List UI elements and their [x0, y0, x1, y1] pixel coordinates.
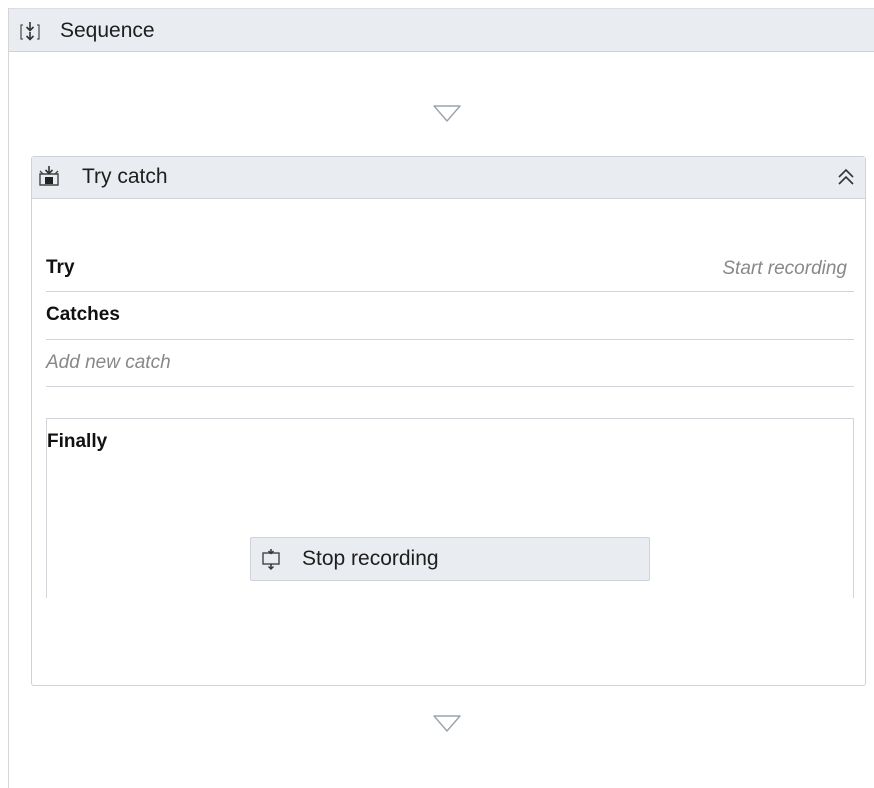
- add-new-catch-link[interactable]: Add new catch: [46, 352, 171, 374]
- catches-label: Catches: [46, 304, 120, 325]
- sequence-title: Sequence: [60, 19, 155, 42]
- divider: [46, 339, 854, 340]
- sequence-header[interactable]: Sequence: [9, 8, 874, 52]
- drop-target-arrow-icon[interactable]: [432, 104, 462, 124]
- drop-target-arrow-icon[interactable]: [432, 714, 462, 734]
- divider: [46, 386, 854, 387]
- try-catch-block[interactable]: Try catch Try Start recording Catches Ad…: [31, 156, 866, 686]
- try-catch-icon: [39, 166, 59, 186]
- try-label: Try: [46, 257, 75, 278]
- try-catch-header[interactable]: Try catch: [32, 157, 865, 199]
- sequence-icon: [20, 22, 40, 41]
- stop-recording-action[interactable]: Stop recording: [250, 537, 650, 581]
- try-catch-title: Try catch: [82, 165, 168, 188]
- stop-recording-label: Stop recording: [302, 547, 439, 570]
- sequence-container: Sequence Try catch Try Start recording C…: [8, 8, 874, 788]
- try-start-recording-link[interactable]: Start recording: [722, 258, 847, 280]
- double-chevron-up-icon[interactable]: [835, 167, 857, 189]
- finally-label: Finally: [47, 431, 108, 452]
- divider: [46, 291, 854, 292]
- stop-recording-icon: [262, 549, 280, 570]
